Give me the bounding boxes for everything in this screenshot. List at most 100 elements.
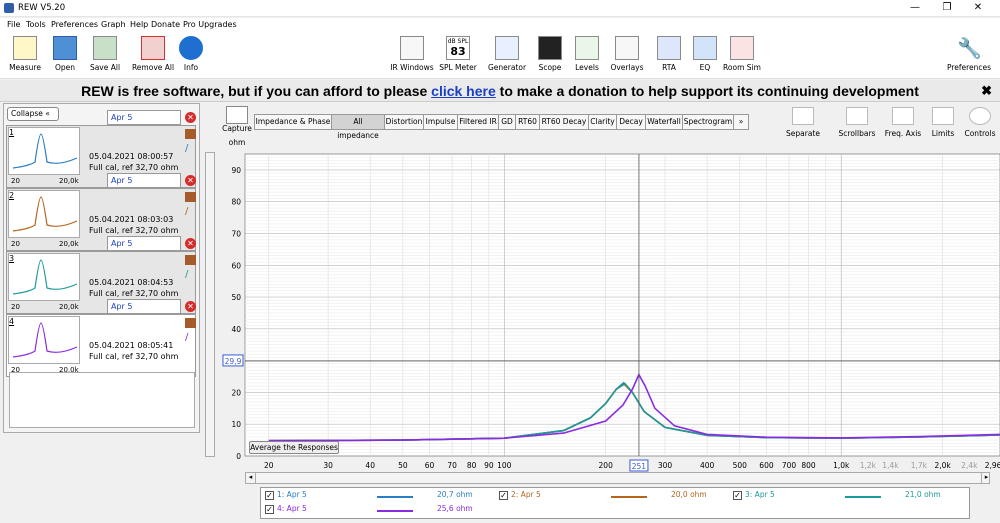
legend-checkbox[interactable]: ✓ [733,490,742,500]
remove-all-button[interactable]: Remove All [130,36,176,72]
legend-checkbox[interactable]: ✓ [499,490,508,500]
tab-filtered-ir[interactable]: Filtered IR [457,114,499,130]
edit-pen-icon[interactable]: / [185,207,196,217]
rta-button[interactable]: RTA [655,36,683,72]
tab-rt60-decay[interactable]: RT60 Decay [539,114,589,130]
close-banner-icon[interactable]: ✖ [981,80,992,102]
menu-file[interactable]: File [7,20,20,29]
spl-meter-button[interactable]: dB SPL 83 SPL Meter [438,36,478,72]
y-tick-label: 40 [231,325,241,334]
legend-label: 3: Apr 5 [745,490,775,499]
folder-icon [53,36,77,60]
overlays-button[interactable]: Overlays [609,36,645,72]
measurement-thumbnail[interactable] [8,127,80,175]
delete-measurement-icon[interactable]: ✕ [185,301,196,312]
thumbnail-curve [12,133,78,169]
ir-windows-button[interactable]: IR Windows [389,36,435,72]
limits-button[interactable]: Limits [929,107,957,138]
spl-value: 83 [450,45,466,58]
scroll-right-icon[interactable]: ▸ [981,473,991,483]
tab-[interactable]: » [733,114,749,130]
save-measurement-icon[interactable] [185,318,196,328]
tab-spectrogram[interactable]: Spectrogram [682,114,734,130]
delete-measurement-icon[interactable]: ✕ [185,238,196,249]
levels-icon [575,36,599,60]
maximize-icon[interactable]: ❐ [937,2,957,13]
menu-graph[interactable]: Graph [101,20,126,29]
measurement-thumbnail[interactable] [8,253,80,301]
measurement-name-input[interactable]: Apr 5 [107,110,181,125]
notes-area[interactable] [9,372,195,428]
menu-preferences[interactable]: Preferences [51,20,98,29]
tab-rt60[interactable]: RT60 [515,114,540,130]
scrollbars-button[interactable]: Scrollbars [835,107,879,138]
tab-impedance-phase[interactable]: Impedance & Phase [254,114,332,130]
generator-button[interactable]: Generator [486,36,528,72]
tab-distortion[interactable]: Distortion [384,114,424,130]
thumbnail-plot [12,259,78,295]
impedance-chart[interactable]: 9080706050403020100203040506070809010020… [214,152,1000,472]
measurement-name-input[interactable]: Apr 5 [107,299,181,314]
edit-pen-icon[interactable]: / [185,270,196,280]
tab-waterfall[interactable]: Waterfall [645,114,683,130]
legend-checkbox[interactable]: ✓ [265,490,274,500]
controls-label: Controls [964,129,996,138]
tab-gd[interactable]: GD [498,114,516,130]
scrollbars-icon [846,107,868,125]
thumbnail-curve [12,322,78,358]
measurement-calibration: Full cal, ref 32,70 ohm [89,163,179,172]
x-tick-label: 400 [700,461,715,470]
edit-pen-icon[interactable]: / [185,333,196,343]
legend-checkbox[interactable]: ✓ [265,504,274,514]
menu-tools[interactable]: Tools [26,20,46,29]
measurement-item[interactable]: Apr 5 ✕ 4 20 20,0k 05.04.2021 08:05:41 F… [6,299,196,377]
legend-line-sample [377,496,413,498]
room-sim-button[interactable]: Room Sim [723,36,761,72]
open-button[interactable]: Open [50,36,80,72]
save-measurement-icon[interactable] [185,192,196,202]
tab-clarity[interactable]: Clarity [588,114,617,130]
separate-button[interactable]: Separate [783,107,823,138]
menu-pro-upgrades[interactable]: Pro Upgrades [183,20,237,29]
capture-button[interactable]: Capture ohm [222,106,252,147]
measurement-thumbnail[interactable] [8,190,80,238]
save-measurement-icon[interactable] [185,255,196,265]
save-measurement-icon[interactable] [185,129,196,139]
eq-button[interactable]: EQ [691,36,719,72]
measurement-thumbnail[interactable] [8,316,80,364]
x-tick-label: 100 [497,461,512,470]
tab-all-impedance[interactable]: All impedance [331,114,385,140]
scope-button[interactable]: Scope [535,36,565,72]
controls-button[interactable]: Controls [962,107,998,138]
measure-button[interactable]: Measure [6,36,44,72]
app-icon [4,3,14,13]
tab-decay[interactable]: Decay [616,114,646,130]
measurement-name-input[interactable]: Apr 5 [107,173,181,188]
x-tick-label: 20 [264,461,274,470]
collapse-button[interactable]: Collapse « [7,107,59,121]
delete-measurement-icon[interactable]: ✕ [185,175,196,186]
menu-help[interactable]: Help [130,20,148,29]
banner-text-before: REW is free software, but if you can aff… [81,83,432,99]
donate-link[interactable]: click here [431,83,496,99]
preferences-button[interactable]: 🔧 Preferences [944,36,994,72]
x-tick-label: 200 [599,461,614,470]
scroll-left-icon[interactable]: ◂ [246,473,256,483]
legend-item: ✓ 3: Apr 5 21,0 ohm [733,490,963,502]
minimize-icon[interactable]: — [905,2,925,13]
tab-impulse[interactable]: Impulse [423,114,458,130]
frequency-scrollbar[interactable]: ◂ ▸ [245,472,990,484]
menu-donate[interactable]: Donate [151,20,180,29]
save-all-button[interactable]: Save All [87,36,123,72]
impedance-graph[interactable]: 9080706050403020100203040506070809010020… [214,152,1000,474]
levels-button[interactable]: Levels [572,36,602,72]
close-window-icon[interactable]: ✕ [968,2,988,13]
legend-item: ✓ 4: Apr 5 25,6 ohm [265,504,495,516]
delete-measurement-icon[interactable]: ✕ [185,112,196,123]
thumb-xmin: 20 [11,303,20,311]
freq-axis-button[interactable]: Freq. Axis [882,107,924,138]
measurement-name-input[interactable]: Apr 5 [107,236,181,251]
edit-pen-icon[interactable]: / [185,144,196,154]
average-responses-button[interactable]: Average the Responses [249,441,339,454]
info-button[interactable]: Info [178,36,204,72]
